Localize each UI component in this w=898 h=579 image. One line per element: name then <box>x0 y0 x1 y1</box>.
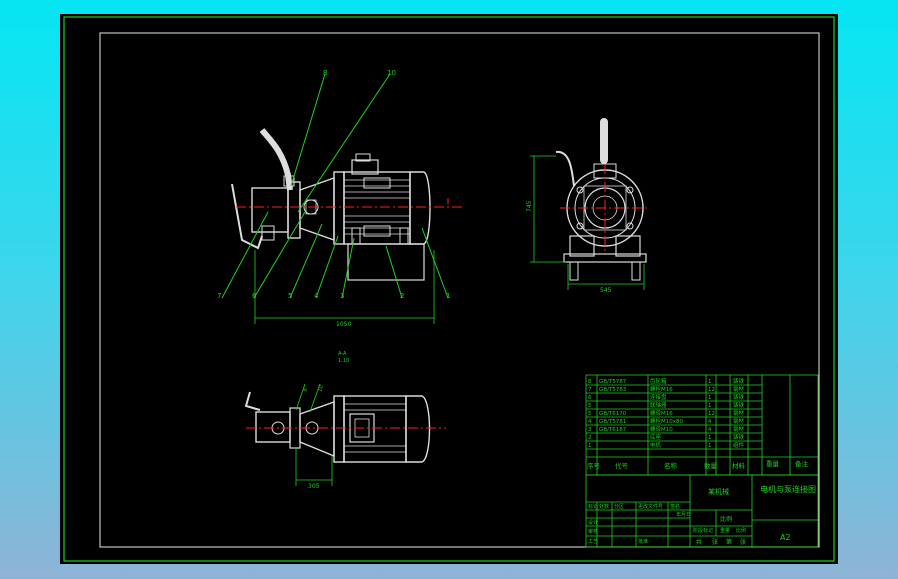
stage-label-1: 重量 <box>720 527 730 534</box>
drawing-canvas <box>60 14 838 564</box>
bom-cell-qty: 12 <box>708 387 715 393</box>
callout-1: 1 <box>446 292 450 300</box>
row-label-5: 年月日 <box>676 511 691 518</box>
bom-cell-material: 钢材 <box>733 417 745 425</box>
bom-cell-qty: 4 <box>708 419 712 425</box>
bom-cell-qty: 1 <box>708 395 712 401</box>
callout-8: 8 <box>323 69 327 77</box>
bom-cell-qty: 12 <box>708 411 715 417</box>
role-label-0: 设计 <box>588 519 598 526</box>
bom-cell-code: GB/T5781 <box>599 419 626 425</box>
bom-cell-no: 7 <box>588 387 592 393</box>
bom-header-code: 代号 <box>615 461 629 470</box>
bom-cell-name: 齿轮箱 <box>650 377 667 385</box>
bom-cell-name: 底座 <box>650 433 662 441</box>
bom-cell-no: 5 <box>588 411 592 417</box>
dim-overall-value: 1050 <box>336 321 351 328</box>
sheet-size: A2 <box>780 533 791 542</box>
bom-cell-material: 铸铁 <box>733 401 745 409</box>
bom-cell-name: 螺栓M16 <box>650 385 673 393</box>
bom-cell-material: 铸铁 <box>733 393 745 401</box>
scale-label: 比例 <box>720 515 732 523</box>
role-label-3: 批准 <box>638 538 648 545</box>
footer-0: 共 <box>696 538 702 546</box>
row-label-1: 处数 <box>599 503 609 510</box>
bom-cell-material: 钢材 <box>733 425 745 433</box>
bom-cell-no: 5 <box>588 403 592 409</box>
callout-6: 6 <box>252 292 257 300</box>
footer-3: 张 <box>740 538 746 546</box>
bom-cell-name: 螺栓M10x80 <box>650 417 683 425</box>
section-label-scale: 1:10 <box>338 358 349 364</box>
bom-cell-name: 电机 <box>650 441 662 449</box>
bom-cell-material: 铸铁 <box>733 433 745 441</box>
bom-cell-qty: 1 <box>708 379 712 385</box>
cad-drawing-sheet: 8 10 7 6 5 4 3 2 1 1050 A-A 1:10 745 545… <box>60 14 838 564</box>
company-name: 某机械 <box>708 487 729 496</box>
bom-header-weight: 重量 <box>766 460 780 468</box>
bom-header-no: 序号 <box>587 461 601 470</box>
bom-cell-qty: 1 <box>708 443 712 449</box>
callout-3: 3 <box>340 292 344 300</box>
footer-2: 第 <box>726 538 732 546</box>
bom-cell-qty: 1 <box>708 435 712 441</box>
bom-cell-material: 组件 <box>733 441 745 449</box>
stage-label-2: 比例 <box>736 527 746 534</box>
drawing-title: 电机与泵连接图 <box>760 484 816 494</box>
row-label-0: 标记 <box>588 503 598 510</box>
dim-side-width: 545 <box>600 287 612 294</box>
bom-cell-material: 钢材 <box>733 409 745 417</box>
callout-4: 4 <box>314 292 319 300</box>
stage-label-0: 阶段标记 <box>693 527 713 534</box>
bom-cell-code: GB/T6187 <box>599 427 627 433</box>
section-label-name: A-A <box>338 351 347 357</box>
row-label-3: 更改文件号 <box>638 503 663 510</box>
bom-header-name: 名称 <box>664 461 678 470</box>
bom-cell-code: GB/T6170 <box>599 411 627 417</box>
bom-cell-no: 3 <box>588 427 592 433</box>
bom-cell-no: 1 <box>588 443 592 449</box>
row-label-4: 签名 <box>670 503 680 510</box>
bom-header-qty: 数量 <box>704 461 718 470</box>
row-label-2: 分区 <box>614 503 624 510</box>
bom-cell-no: 2 <box>588 435 592 441</box>
dim-side-height: 745 <box>526 200 533 212</box>
bom-cell-no: 4 <box>588 419 592 425</box>
bom-header-remark: 备注 <box>795 459 809 468</box>
bom-cell-qty: 1 <box>708 403 712 409</box>
bom-cell-name: 螺母M16 <box>650 409 673 417</box>
bom-cell-no: 6 <box>588 395 592 401</box>
role-label-1: 审核 <box>588 528 598 535</box>
bom-cell-name: 连接盘 <box>650 393 667 401</box>
callout-7: 7 <box>217 292 221 300</box>
bom-cell-qty: 4 <box>708 427 712 433</box>
footer-1: 张 <box>712 538 718 546</box>
callout-5: 5 <box>288 292 292 300</box>
bom-cell-code: GB/T5787 <box>599 379 627 385</box>
bom-cell-material: 铸铁 <box>733 377 745 385</box>
dim-top-width: 305 <box>308 483 320 490</box>
bom-cell-code: GB/T5783 <box>599 387 627 393</box>
bom-header-material: 材料 <box>732 461 746 470</box>
bom-cell-name: 联轴器 <box>650 401 667 409</box>
bom-cell-no: 8 <box>588 379 592 385</box>
role-label-2: 工艺 <box>588 539 598 545</box>
callout-2: 2 <box>400 292 404 300</box>
bom-cell-material: 钢材 <box>733 385 745 393</box>
callout-10: 10 <box>387 69 396 77</box>
bom-cell-name: 螺母M10 <box>650 425 673 433</box>
